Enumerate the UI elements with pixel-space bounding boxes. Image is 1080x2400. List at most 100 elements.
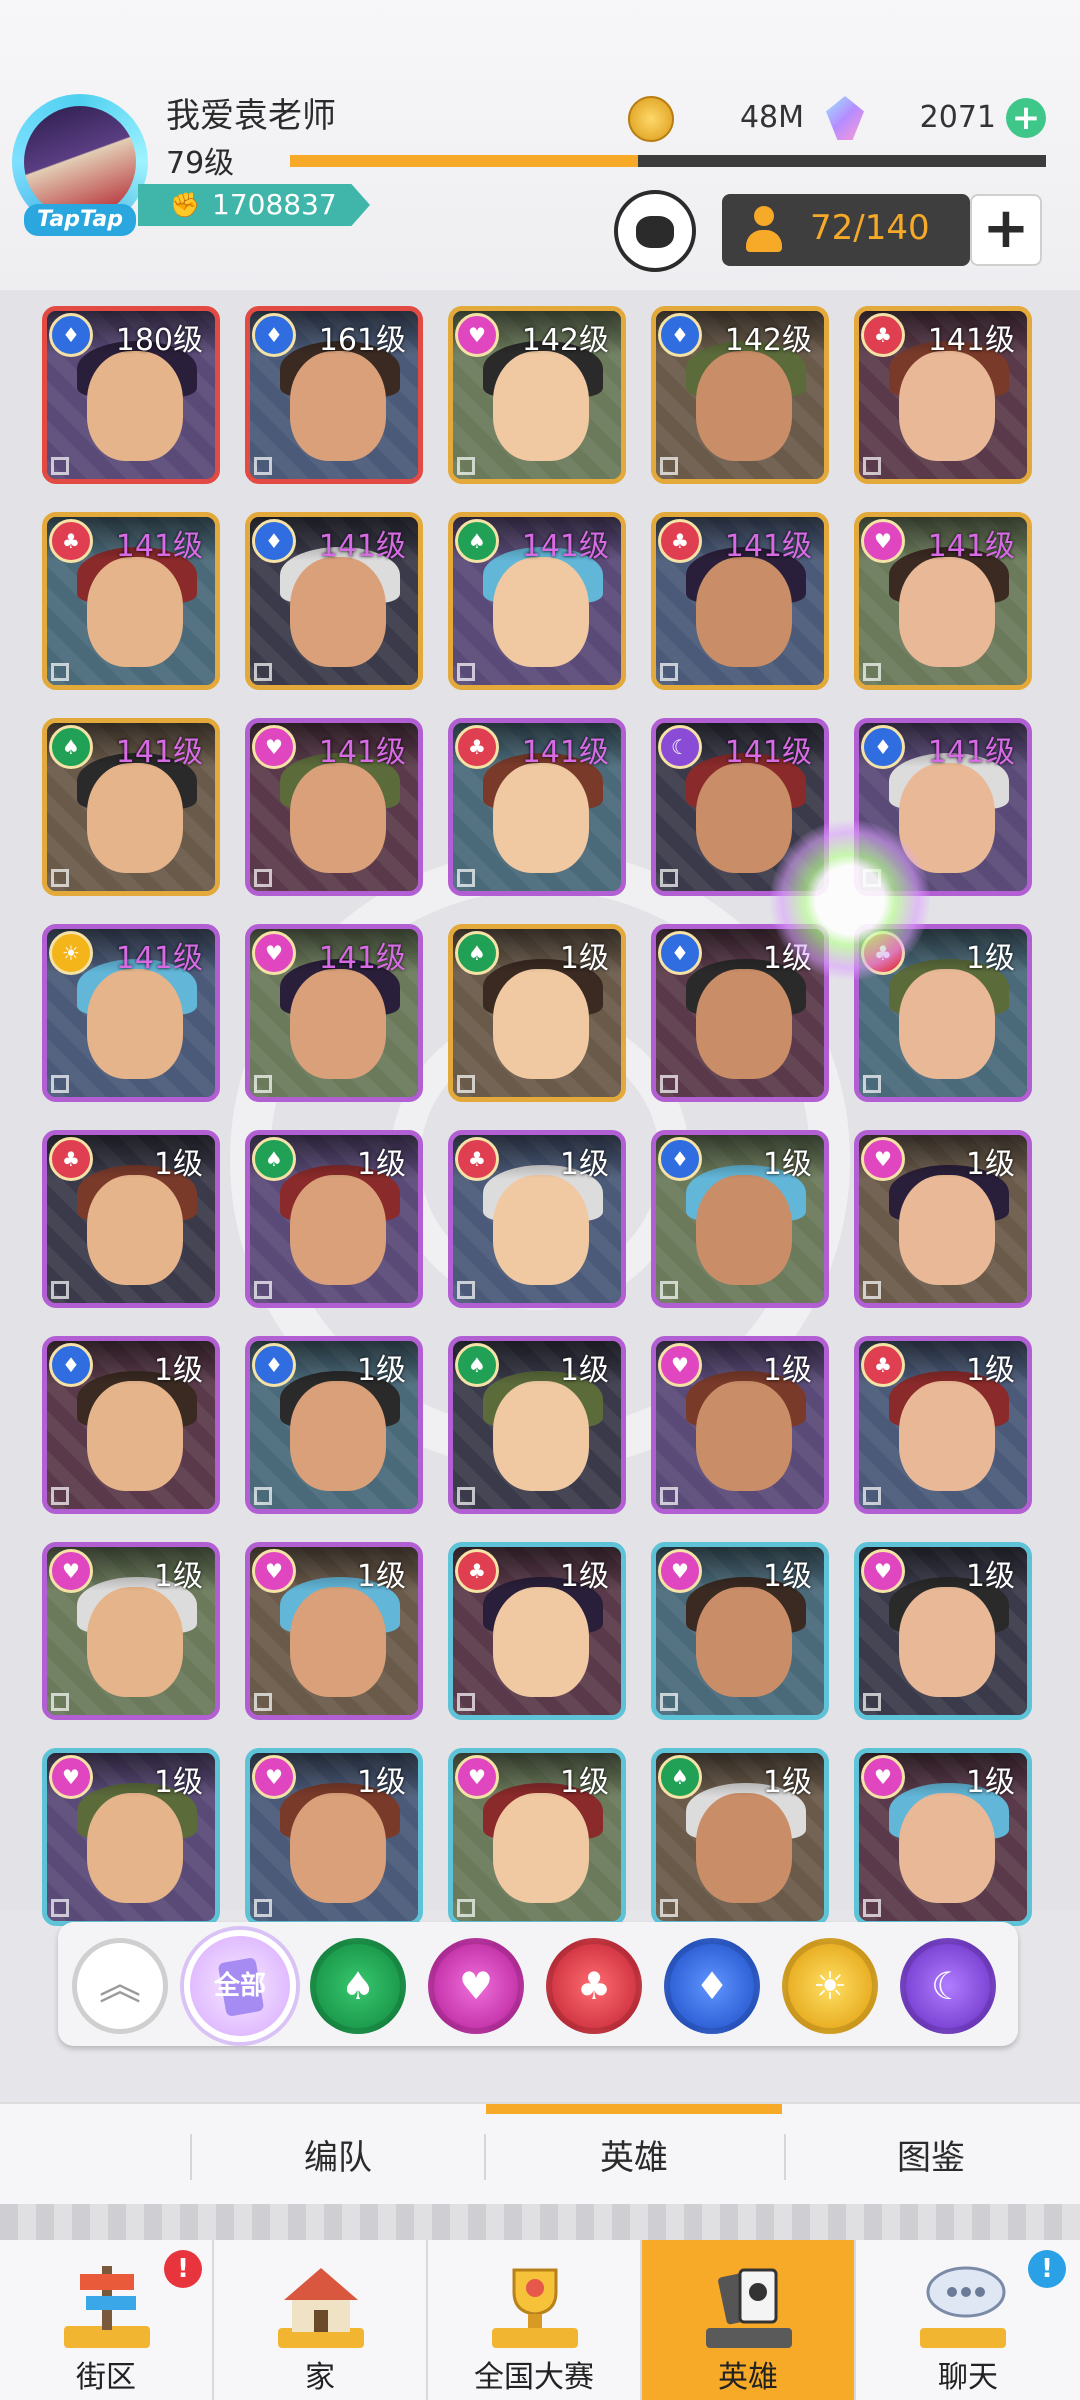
hero-card[interactable]: ♥ 1级 [854,1130,1032,1308]
hero-card[interactable]: ♠ 1级 [245,1130,423,1308]
nav-street-label: 街区 [76,2360,136,2395]
nav-chat[interactable]: 聊天 ! [856,2240,1080,2400]
filter-pink-button[interactable]: ♥ [428,1938,524,2034]
player-avatar[interactable]: TapTap [6,88,158,240]
diamond-faction-icon: ♦ [658,931,702,975]
hero-level: 1级 [965,1147,1015,1182]
spade-faction-icon: ♠ [455,1343,499,1387]
filter-red-button[interactable]: ♣ [546,1938,642,2034]
xp-progress-fill [290,155,638,167]
hero-card[interactable]: ♣ 141级 [42,512,220,690]
hero-capacity: 72/140 [722,194,970,266]
hero-card[interactable]: ♥ 1级 [651,1542,829,1720]
hero-card[interactable]: ♠ 141级 [42,718,220,896]
collapse-filter-button[interactable]: ︽ [72,1938,168,2034]
hero-card[interactable]: ♣ 141级 [651,512,829,690]
hero-card[interactable]: ♣ 141级 [448,718,626,896]
xp-progress-bar [290,155,1046,167]
avatar-image [24,106,136,218]
hero-card[interactable]: ♠ 1级 [448,924,626,1102]
add-gems-button[interactable]: + [1006,98,1046,138]
hero-card[interactable]: ♦ 161级 [245,306,423,484]
spade-faction-icon: ♠ [658,1755,702,1799]
hero-corner-mark [660,1487,678,1505]
hero-corner-mark [51,1899,69,1917]
moon-faction-icon: ☾ [658,725,702,769]
hero-card[interactable]: ♥ 1级 [854,1748,1032,1926]
hero-level: 180级 [115,323,203,358]
hero-card[interactable]: ♠ 141级 [448,512,626,690]
hero-card[interactable]: ♥ 141级 [854,512,1032,690]
hero-level: 1级 [559,941,609,976]
tab-formation[interactable]: 编队 [192,2104,484,2206]
hero-card[interactable]: ♥ 1级 [854,1542,1032,1720]
hero-card[interactable]: ♦ 141级 [245,512,423,690]
hero-card[interactable]: ♠ 1级 [448,1336,626,1514]
hero-card[interactable]: ♥ 141级 [245,718,423,896]
hero-card[interactable]: ♣ 141级 [854,306,1032,484]
hero-corner-mark [457,1899,475,1917]
club-faction-icon: ♣ [455,1549,499,1593]
heart-faction-icon: ♥ [861,519,905,563]
hero-card[interactable]: ♦ 1级 [651,1130,829,1308]
hero-card[interactable]: ♦ 142级 [651,306,829,484]
hero-card[interactable]: ♦ 1级 [42,1336,220,1514]
nav-home[interactable]: 家 [214,2240,428,2400]
nav-chat-label: 聊天 [938,2360,998,2395]
nav-heroes[interactable]: 英雄 [642,2240,856,2400]
hero-corner-mark [863,1281,881,1299]
gem-amount: 2071 [919,100,996,135]
hero-level: 141级 [521,735,609,770]
club-faction-icon: ♣ [658,519,702,563]
hero-card[interactable]: ♣ 1级 [854,1336,1032,1514]
expand-capacity-button[interactable]: + [970,194,1042,266]
gem-icon [826,96,864,140]
tab-heroes[interactable]: 英雄 [486,2104,782,2206]
diamond-faction-icon: ♦ [252,519,296,563]
nav-street[interactable]: 街区 ! [0,2240,214,2400]
hero-card[interactable]: ♥ 141级 [245,924,423,1102]
heart-faction-icon: ♥ [455,1755,499,1799]
tab-collection[interactable]: 图鉴 [786,2104,1076,2206]
hero-level: 1级 [356,1147,406,1182]
filter-blue-button[interactable]: ♦ [664,1938,760,2034]
heart-faction-icon: ♥ [861,1549,905,1593]
hero-level: 141级 [927,323,1015,358]
hero-card[interactable]: ♥ 1级 [448,1748,626,1926]
nav-tournament[interactable]: 全国大赛 [428,2240,642,2400]
hero-corner-mark [660,1281,678,1299]
filter-sun-button[interactable]: ☀ [782,1938,878,2034]
hero-level: 142级 [724,323,812,358]
hero-card[interactable]: ♥ 1级 [245,1542,423,1720]
hero-corner-mark [457,1487,475,1505]
hero-corner-mark [863,1487,881,1505]
heart-faction-icon: ♥ [252,725,296,769]
nav-heroes-label: 英雄 [718,2360,778,2395]
hero-card[interactable]: ♣ 1级 [448,1130,626,1308]
diamond-faction-icon: ♦ [49,1343,93,1387]
filter-green-button[interactable]: ♠ [310,1938,406,2034]
hero-card[interactable]: ♥ 1级 [245,1748,423,1926]
hero-card[interactable]: ♥ 142级 [448,306,626,484]
hero-card[interactable]: ♥ 1级 [42,1748,220,1926]
hero-card[interactable]: ♥ 1级 [651,1336,829,1514]
gold-amount: 48M [739,100,804,135]
hero-card[interactable]: ☀ 141级 [42,924,220,1102]
filter-all-button[interactable]: 全部 [184,1930,296,2042]
filter-moon-button[interactable]: ☾ [900,1938,996,2034]
hero-card[interactable]: ♠ 1级 [651,1748,829,1926]
scroll-icon-button[interactable] [614,190,696,272]
trophy-icon [492,2268,578,2348]
hero-card[interactable]: ♣ 1级 [42,1130,220,1308]
hero-level: 141级 [318,735,406,770]
hero-corner-mark [660,1899,678,1917]
spade-icon: ♠ [340,1964,376,2008]
hero-cards-icon [706,2268,792,2348]
hero-card[interactable]: ♦ 1级 [245,1336,423,1514]
avatar-tag: TapTap [24,204,136,236]
hero-card[interactable]: ♥ 1级 [42,1542,220,1720]
hero-level: 1级 [762,1765,812,1800]
hero-card[interactable]: ♣ 1级 [448,1542,626,1720]
hero-level: 141级 [115,735,203,770]
hero-card[interactable]: ♦ 180级 [42,306,220,484]
